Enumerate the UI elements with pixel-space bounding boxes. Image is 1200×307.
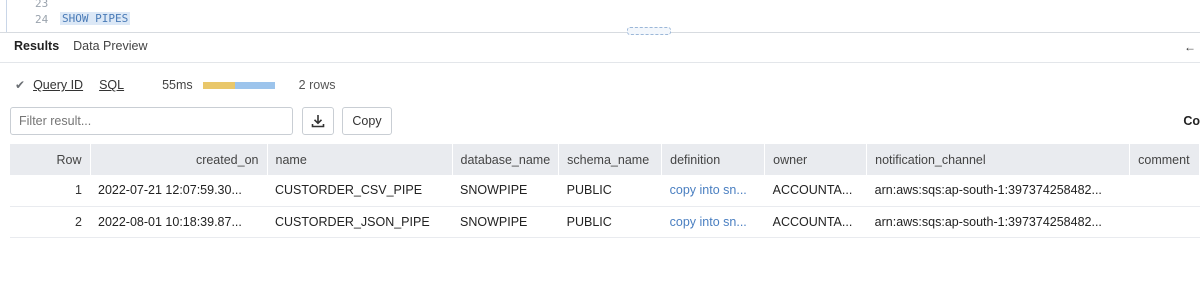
cell-notification-channel[interactable]: arn:aws:sqs:ap-south-1:397374258482... xyxy=(866,206,1130,238)
results-tabs: Results Data Preview xyxy=(14,39,148,61)
cell-name[interactable]: CUSTORDER_CSV_PIPE xyxy=(267,175,452,207)
cell-owner[interactable]: ACCOUNTA... xyxy=(764,206,867,238)
sql-link[interactable]: SQL xyxy=(99,78,124,92)
column-header-definition[interactable]: definition xyxy=(661,144,766,175)
column-header-name[interactable]: name xyxy=(267,144,453,175)
collapse-arrow-icon[interactable]: ← xyxy=(1184,40,1196,54)
download-button[interactable] xyxy=(302,107,334,135)
progress-compile-segment xyxy=(202,81,235,89)
cell-row: 2 xyxy=(10,206,90,238)
cell-definition-link[interactable]: copy into sn... xyxy=(661,175,765,207)
query-progress-bar xyxy=(202,81,275,89)
query-id-link[interactable]: Query ID xyxy=(33,78,83,92)
query-info-bar: ✔ Query ID SQL 55ms 2 rows xyxy=(15,77,336,93)
row-count: 2 rows xyxy=(298,78,336,92)
cell-owner[interactable]: ACCOUNTA... xyxy=(764,175,867,207)
cell-created-on[interactable]: 2022-08-01 10:18:39.87... xyxy=(90,206,267,238)
column-header-notification-channel[interactable]: notification_channel xyxy=(866,144,1131,175)
copy-button[interactable]: Copy xyxy=(342,107,392,135)
table-header-row: Row created_on name database_name schema… xyxy=(10,144,1200,175)
column-header-owner[interactable]: owner xyxy=(764,144,868,175)
check-icon: ✔ xyxy=(15,78,26,92)
column-header-created-on[interactable]: created_on xyxy=(90,144,268,175)
table-row[interactable]: 1 2022-07-21 12:07:59.30... CUSTORDER_CS… xyxy=(10,175,1200,207)
results-table: Row created_on name database_name schema… xyxy=(10,144,1200,238)
column-header-row[interactable]: Row xyxy=(10,144,91,175)
pane-resize-handle[interactable] xyxy=(627,27,671,35)
cell-schema-name[interactable]: PUBLIC xyxy=(558,175,662,207)
table-row[interactable]: 2 2022-08-01 10:18:39.87... CUSTORDER_JS… xyxy=(10,206,1200,238)
tab-data-preview[interactable]: Data Preview xyxy=(73,39,147,61)
download-icon xyxy=(311,115,325,128)
cell-row: 1 xyxy=(10,175,90,207)
cell-database-name[interactable]: SNOWPIPE xyxy=(452,206,559,238)
sql-editor[interactable]: 23 24 SHOW PIPES xyxy=(0,0,1200,35)
cell-created-on[interactable]: 2022-07-21 12:07:59.30... xyxy=(90,175,267,207)
cell-comment[interactable] xyxy=(1129,206,1200,238)
cell-comment[interactable] xyxy=(1129,175,1200,207)
cell-definition-link[interactable]: copy into sn... xyxy=(661,206,765,238)
tab-results[interactable]: Results xyxy=(14,39,59,61)
editor-gutter-border xyxy=(6,0,7,32)
cell-schema-name[interactable]: PUBLIC xyxy=(558,206,662,238)
cell-name[interactable]: CUSTORDER_JSON_PIPE xyxy=(267,206,452,238)
progress-exec-segment xyxy=(234,81,275,89)
cell-database-name[interactable]: SNOWPIPE xyxy=(452,175,559,207)
code-line[interactable]: SHOW PIPES xyxy=(60,12,131,25)
line-number: 23 xyxy=(35,0,49,10)
column-header-database-name[interactable]: database_name xyxy=(452,144,560,175)
cell-notification-channel[interactable]: arn:aws:sqs:ap-south-1:397374258482... xyxy=(866,175,1130,207)
truncated-label: Co xyxy=(1183,114,1200,128)
tab-divider xyxy=(0,62,1200,63)
column-header-schema-name[interactable]: schema_name xyxy=(558,144,663,175)
query-duration: 55ms xyxy=(162,78,193,92)
column-header-comment[interactable]: comment xyxy=(1129,144,1200,175)
filter-result-input[interactable] xyxy=(10,107,293,135)
